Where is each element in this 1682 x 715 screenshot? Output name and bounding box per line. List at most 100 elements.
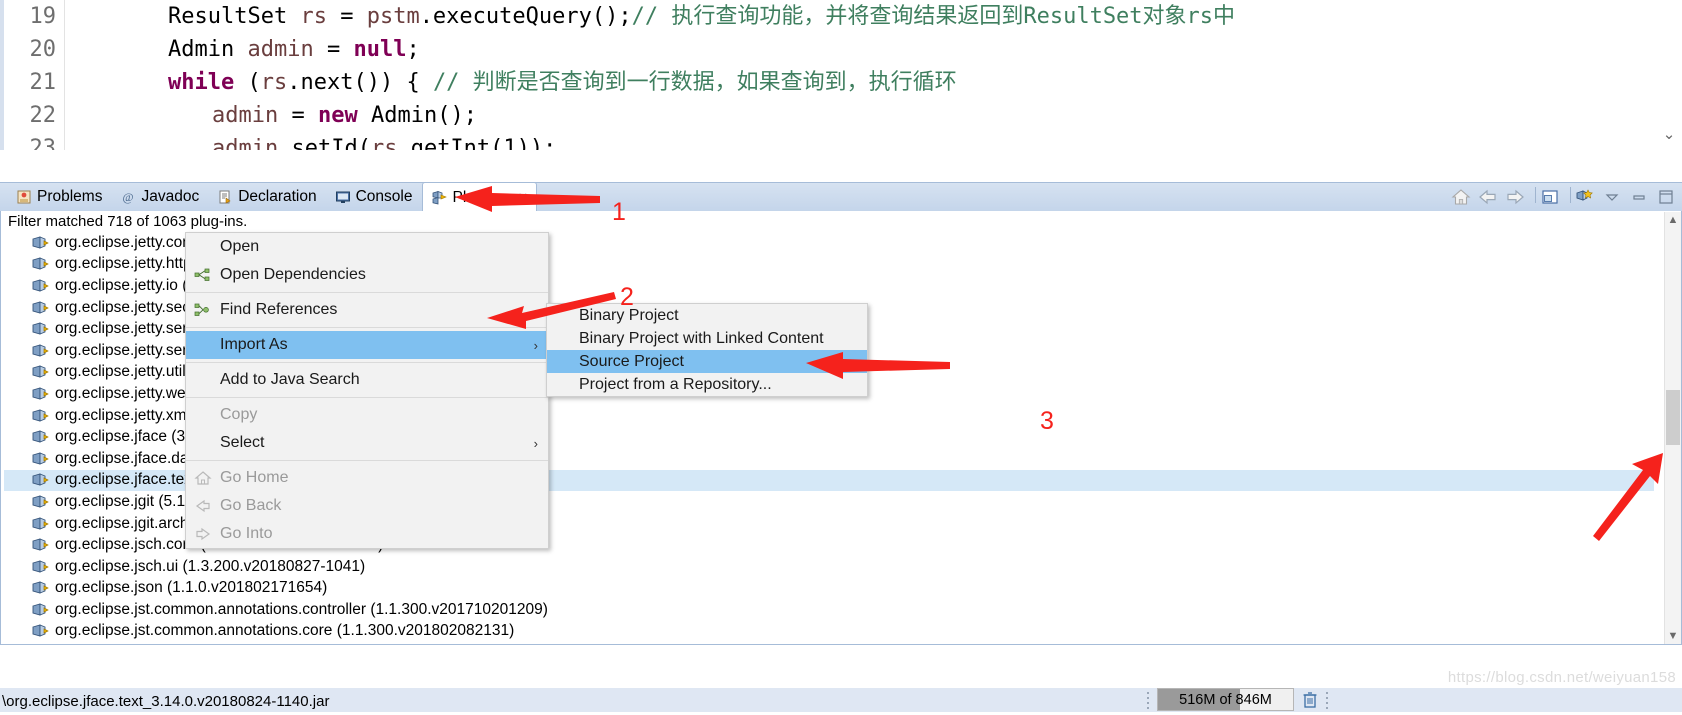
menu-item-label: Go Back <box>220 497 282 514</box>
code-text: Admin admin = null; <box>168 37 420 62</box>
status-grip-left <box>1147 692 1150 709</box>
trash-icon[interactable] <box>1300 690 1320 710</box>
filter-status-label: Filter matched 718 of 1063 plug-ins. <box>8 213 248 230</box>
view-menu-icon[interactable] <box>1602 187 1622 207</box>
code-line: 22 admin = new Admin(); <box>0 99 1682 132</box>
menu-item-open-dependencies[interactable]: Open Dependencies <box>186 261 548 289</box>
annotation-number-1: 1 <box>612 198 626 226</box>
tab-label: Javadoc <box>141 188 200 205</box>
menu-separator <box>186 327 548 328</box>
forward-icon[interactable] <box>1505 187 1525 207</box>
plugin-icon <box>32 559 49 575</box>
status-grip-right <box>1326 692 1329 709</box>
menu-separator <box>186 292 548 293</box>
submenu-item-project-from-a-repository[interactable]: Project from a Repository... <box>547 373 867 396</box>
tab-label: Problems <box>37 188 103 205</box>
plugin-icon <box>32 364 49 380</box>
javadoc-icon: @ <box>120 189 136 205</box>
list-item[interactable]: org.eclipse.json (1.1.0.v201802171654) <box>4 578 1654 600</box>
line-number: 19 <box>29 4 57 29</box>
vscroll-up-arrow[interactable]: ▲ <box>1665 212 1681 228</box>
plugin-icon <box>32 602 49 618</box>
tab-label: Console <box>355 188 413 205</box>
plugin-label: org.eclipse.jst.common.annotations.contr… <box>55 600 548 618</box>
close-icon[interactable]: ✕ <box>517 190 528 206</box>
list-item[interactable]: org.eclipse.jst.common.annotations.core … <box>4 621 1654 640</box>
problems-icon <box>16 189 32 205</box>
code-editor[interactable]: 19 ResultSet rs = pstm.executeQuery();// … <box>0 0 1682 150</box>
tab-problems[interactable]: Problems <box>8 183 110 211</box>
show-in-icon[interactable] <box>1540 187 1560 207</box>
annotation-number-2: 2 <box>620 283 634 311</box>
into-icon <box>186 521 220 547</box>
plugins-vertical-scrollbar[interactable]: ▲ ▼ <box>1664 212 1681 644</box>
plugin-icon <box>32 343 49 359</box>
plugin-icon <box>32 580 49 596</box>
list-item[interactable]: org.eclipse.jsch.ui (1.3.200.v20180827-1… <box>4 556 1654 578</box>
plugin-icon <box>32 451 49 467</box>
submenu-item-binary-project-with-linked-content[interactable]: Binary Project with Linked Content <box>547 327 867 350</box>
code-line: 23 admin.setId(rs.getInt(1)); <box>0 132 1682 150</box>
context-menu[interactable]: Open Open Dependencies Find References Impo… <box>185 232 549 549</box>
menu-item-open[interactable]: Open <box>186 233 548 261</box>
line-number: 23 <box>29 136 57 150</box>
plugin-label: org.eclipse.jsch.ui (1.3.200.v20180827-1… <box>55 557 366 575</box>
back-icon[interactable] <box>1478 187 1498 207</box>
menu-item-go-back: Go Back <box>186 492 548 520</box>
submenu-item-source-project[interactable]: Source Project <box>547 350 867 373</box>
code-line: 20 Admin admin = null; <box>0 33 1682 66</box>
menu-item-find-references[interactable]: Find References <box>186 296 548 324</box>
submenu-item-binary-project[interactable]: Binary Project <box>547 304 867 327</box>
plugins-filter-icon[interactable] <box>1575 187 1595 207</box>
code-text: admin.setId(rs.getInt(1)); <box>212 136 557 150</box>
line-number: 20 <box>29 37 57 62</box>
code-text: while (rs.next()) { // 判断是否查询到一行数据，如果查询到… <box>168 70 957 95</box>
menu-item-select[interactable]: Select › <box>186 429 548 457</box>
menu-item-go-into: Go Into <box>186 520 548 548</box>
plugin-icon <box>32 256 49 272</box>
maximize-icon[interactable] <box>1656 187 1676 207</box>
plugin-icon <box>32 300 49 316</box>
status-path-label: \org.eclipse.jface.text_3.14.0.v20180824… <box>2 693 330 710</box>
menu-item-copy: Copy <box>186 401 548 429</box>
menu-item-label: Open Dependencies <box>220 266 366 283</box>
separator <box>1567 187 1571 207</box>
console-icon <box>335 189 351 205</box>
plugins-icon <box>431 190 448 206</box>
tab-label: Declaration <box>238 188 317 205</box>
list-item[interactable]: org.eclipse.jst.common.annotations.contr… <box>4 599 1654 621</box>
menu-separator <box>186 362 548 363</box>
menu-separator <box>186 460 548 461</box>
menu-item-label: Select <box>220 434 265 451</box>
tab-plug-ins[interactable]: Plug-ins ✕ <box>422 182 538 212</box>
plugin-icon <box>32 537 49 553</box>
minimize-icon[interactable] <box>1629 187 1649 207</box>
menu-item-import-as[interactable]: Import As › <box>186 331 548 359</box>
tab-javadoc[interactable]: @ Javadoc <box>112 183 207 211</box>
tab-label: Plug-ins <box>452 188 509 206</box>
menu-item-add-to-java-search[interactable]: Add to Java Search <box>186 366 548 394</box>
plugin-icon <box>32 386 49 402</box>
menu-item-no-icon <box>186 367 220 393</box>
menu-item-label: Go Into <box>220 525 273 542</box>
home-icon[interactable] <box>1451 187 1471 207</box>
vscroll-down-arrow[interactable]: ▼ <box>1665 628 1681 644</box>
heap-status-bar[interactable]: 516M of 846M <box>1157 688 1294 711</box>
menu-separator <box>186 397 548 398</box>
separator <box>1532 187 1536 207</box>
chevron-right-icon: › <box>533 435 538 451</box>
annotation-number-3: 3 <box>1040 407 1054 435</box>
plugin-icon <box>32 235 49 251</box>
import-as-submenu[interactable]: Binary Project Binary Project with Linked… <box>546 303 868 397</box>
code-line: 21 while (rs.next()) { // 判断是否查询到一行数据，如果查… <box>0 66 1682 99</box>
editor-scroll-down-chevron[interactable]: ⌄ <box>1660 126 1678 144</box>
menu-item-no-icon <box>186 234 220 260</box>
svg-text:@: @ <box>123 190 134 204</box>
declaration-icon <box>217 189 233 205</box>
dependencies-icon <box>186 262 220 288</box>
vscroll-thumb[interactable] <box>1666 390 1680 445</box>
tab-declaration[interactable]: Declaration <box>209 183 324 211</box>
plugin-icon <box>32 321 49 337</box>
tab-console[interactable]: Console <box>327 183 421 211</box>
eclipse-window: 19 ResultSet rs = pstm.executeQuery();// … <box>0 0 1682 712</box>
